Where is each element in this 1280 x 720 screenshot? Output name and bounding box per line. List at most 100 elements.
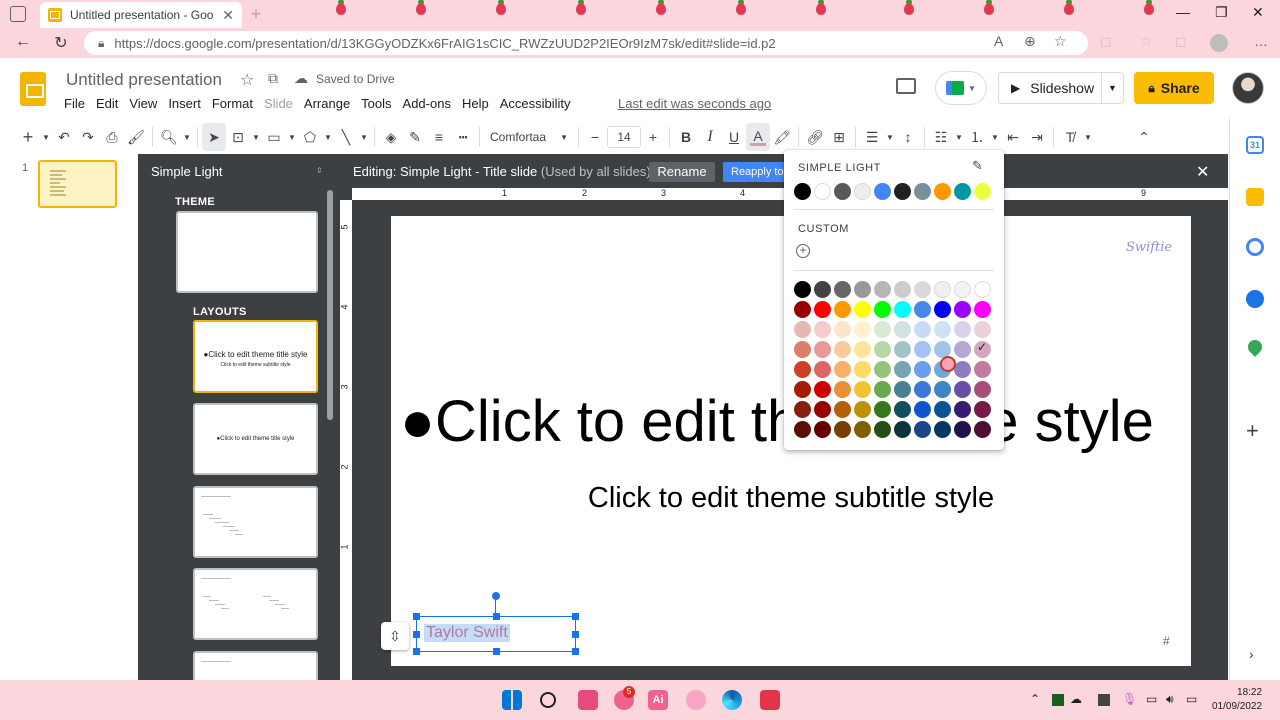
- color-swatch[interactable]: [954, 281, 971, 298]
- app-icon[interactable]: [578, 690, 598, 710]
- color-swatch[interactable]: [954, 341, 971, 358]
- chevron-down-icon[interactable]: ▼: [1082, 123, 1094, 151]
- menu-format[interactable]: Format: [212, 96, 253, 111]
- add-addon-icon[interactable]: +: [1246, 418, 1259, 444]
- meet-button[interactable]: ▼: [936, 72, 986, 104]
- color-swatch[interactable]: [854, 281, 871, 298]
- color-swatch[interactable]: [954, 421, 971, 438]
- shape-icon[interactable]: ⬠: [298, 123, 322, 151]
- menu-help[interactable]: Help: [462, 96, 489, 111]
- layout-thumbnail-section[interactable]: ●Click to edit theme title style: [193, 403, 318, 475]
- zoom-icon[interactable]: 🔍︎: [157, 123, 181, 151]
- color-swatch[interactable]: [834, 401, 851, 418]
- color-swatch[interactable]: [834, 381, 851, 398]
- color-swatch[interactable]: [814, 301, 831, 318]
- color-swatch[interactable]: [834, 361, 851, 378]
- scrollbar[interactable]: [327, 190, 333, 420]
- reapply-button[interactable]: Reapply to: [723, 162, 785, 182]
- color-swatch[interactable]: [874, 381, 891, 398]
- volume-icon[interactable]: 🔊︎: [1166, 692, 1174, 707]
- resize-handle[interactable]: [572, 613, 579, 620]
- chevron-down-icon[interactable]: ▼: [250, 123, 262, 151]
- color-swatch[interactable]: [794, 281, 811, 298]
- color-swatch[interactable]: [974, 381, 991, 398]
- url-field[interactable]: 🔒︎ https://docs.google.com/presentation/…: [84, 31, 1088, 55]
- color-swatch[interactable]: [874, 401, 891, 418]
- color-swatch[interactable]: [894, 401, 911, 418]
- color-swatch[interactable]: [794, 341, 811, 358]
- nvidia-icon[interactable]: [1052, 694, 1064, 706]
- color-swatch[interactable]: [874, 361, 891, 378]
- keep-icon[interactable]: [1246, 188, 1264, 206]
- slides-logo-icon[interactable]: [20, 72, 46, 106]
- move-folder-icon[interactable]: ⧉: [268, 70, 278, 87]
- color-swatch[interactable]: [974, 401, 991, 418]
- close-icon[interactable]: ✕: [222, 7, 234, 24]
- color-swatch[interactable]: [794, 361, 811, 378]
- color-swatch[interactable]: [874, 321, 891, 338]
- star-icon[interactable]: ☆: [240, 70, 254, 90]
- color-swatch[interactable]: [894, 301, 911, 318]
- color-swatch[interactable]: [914, 401, 931, 418]
- windows-start-icon[interactable]: [502, 690, 522, 710]
- color-swatch[interactable]: [794, 401, 811, 418]
- menu-arrange[interactable]: Arrange: [304, 96, 350, 111]
- tasks-icon[interactable]: [1246, 238, 1264, 256]
- layout-thumbnail-two-columns[interactable]: [193, 568, 318, 640]
- color-swatch[interactable]: [934, 321, 951, 338]
- slide-thumbnail[interactable]: [38, 160, 117, 208]
- color-swatch[interactable]: [814, 421, 831, 438]
- app-icon[interactable]: [686, 690, 706, 710]
- link-icon[interactable]: 🔗︎: [803, 123, 827, 151]
- increase-indent-icon[interactable]: ⇥: [1025, 123, 1049, 151]
- color-swatch[interactable]: [854, 381, 871, 398]
- redo-icon[interactable]: ↷: [76, 123, 100, 151]
- select-cursor-icon[interactable]: ➤: [202, 123, 226, 151]
- add-custom-color-icon[interactable]: +: [796, 244, 810, 258]
- comment-add-icon[interactable]: ⊞: [827, 123, 851, 151]
- scroll-arrows-icon[interactable]: ⇕: [316, 166, 323, 175]
- color-swatch[interactable]: [854, 183, 871, 200]
- clear-formatting-icon[interactable]: T̸: [1058, 123, 1082, 151]
- menu-accessibility[interactable]: Accessibility: [500, 96, 571, 111]
- favorite-icon[interactable]: ☆: [1054, 33, 1067, 50]
- border-weight-icon[interactable]: ≡: [427, 123, 451, 151]
- layout-thumbnail-title[interactable]: ●Click to edit theme title style Click t…: [193, 320, 318, 393]
- theme-thumbnail[interactable]: [176, 211, 318, 293]
- zoom-icon[interactable]: ⊕: [1024, 33, 1036, 50]
- slideshow-button[interactable]: ▶ Slideshow ▼: [998, 72, 1124, 104]
- resize-handle[interactable]: [413, 631, 420, 638]
- chevron-up-icon[interactable]: ⌃: [1030, 692, 1040, 706]
- search-icon[interactable]: [540, 692, 556, 708]
- color-swatch[interactable]: [854, 421, 871, 438]
- selected-text[interactable]: Taylor Swift: [424, 624, 510, 642]
- color-swatch[interactable]: [794, 321, 811, 338]
- color-swatch[interactable]: [894, 341, 911, 358]
- bold-icon[interactable]: B: [674, 123, 698, 151]
- color-swatch[interactable]: [954, 381, 971, 398]
- align-icon[interactable]: ☰: [860, 123, 884, 151]
- chevron-down-icon[interactable]: ▼: [1101, 73, 1123, 103]
- vertical-align-icon[interactable]: ⇳: [381, 622, 409, 650]
- menu-edit[interactable]: Edit: [96, 96, 118, 111]
- layout-thumbnail-body[interactable]: [193, 486, 318, 558]
- resize-handle[interactable]: [413, 613, 420, 620]
- numbered-list-icon[interactable]: ⒈: [965, 123, 989, 151]
- color-swatch[interactable]: [794, 381, 811, 398]
- resize-handle[interactable]: [493, 648, 500, 655]
- color-swatch[interactable]: [874, 301, 891, 318]
- color-swatch[interactable]: [934, 301, 951, 318]
- share-button[interactable]: 🔒︎ Share: [1134, 72, 1214, 104]
- color-swatch[interactable]: [814, 281, 831, 298]
- color-swatch[interactable]: [954, 183, 971, 200]
- color-swatch[interactable]: [954, 301, 971, 318]
- color-swatch[interactable]: [894, 421, 911, 438]
- menu-view[interactable]: View: [129, 96, 157, 111]
- color-swatch[interactable]: [794, 421, 811, 438]
- more-icon[interactable]: …: [1254, 33, 1268, 49]
- read-aloud-icon[interactable]: A: [994, 33, 1003, 49]
- font-select[interactable]: Comfortaa ▼: [484, 123, 574, 151]
- resize-handle[interactable]: [572, 631, 579, 638]
- color-swatch[interactable]: [974, 421, 991, 438]
- network-icon[interactable]: ▭: [1146, 692, 1157, 706]
